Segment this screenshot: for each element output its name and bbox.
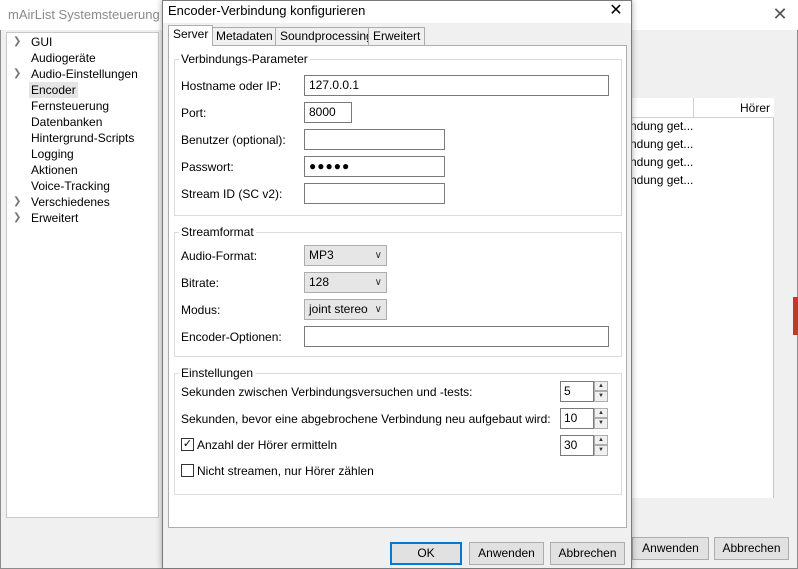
audioformat-label: Audio-Format:	[181, 249, 258, 263]
hostname-input[interactable]: 127.0.0.1	[304, 75, 609, 96]
server-tab-panel: Verbindungs-Parameter Hostname oder IP: …	[168, 45, 627, 528]
listeners-checkbox[interactable]: ✓	[181, 438, 194, 451]
user-label: Benutzer (optional):	[181, 133, 286, 147]
background-apply-button[interactable]: Anwenden	[632, 537, 709, 560]
audioformat-select[interactable]: MP3 ∨	[304, 245, 387, 266]
chevron-right-icon[interactable]: ❯	[13, 66, 23, 82]
chevron-right-icon[interactable]: ❯	[13, 194, 23, 210]
reconnect-stepper[interactable]: 10 ▲ ▼	[560, 408, 608, 429]
bitrate-label: Bitrate:	[181, 276, 220, 290]
list-item[interactable]: ndung get...	[630, 173, 693, 191]
stepper-down-icon[interactable]: ▼	[594, 391, 608, 402]
tab-soundprocessing[interactable]: Soundprocessing	[275, 27, 378, 45]
list-item[interactable]: ndung get...	[630, 137, 693, 155]
retry-value[interactable]: 5	[560, 381, 594, 402]
apply-button[interactable]: Anwenden	[469, 542, 544, 565]
streamid-input[interactable]	[304, 183, 445, 204]
audioformat-value: MP3	[309, 248, 334, 262]
nostream-label[interactable]: Nicht streamen, nur Hörer zählen	[197, 464, 374, 478]
chevron-down-icon: ∨	[374, 277, 382, 288]
settings-tree: ❯ GUI Audiogeräte ❯ Audio-Einstellungen En…	[6, 32, 159, 518]
chevron-down-icon: ∨	[374, 304, 382, 315]
streamformat-group-title: Streamformat	[179, 225, 256, 239]
mode-label: Modus:	[181, 303, 221, 317]
bitrate-select[interactable]: 128 ∨	[304, 272, 387, 293]
stepper-down-icon[interactable]: ▼	[594, 418, 608, 429]
port-label: Port:	[181, 106, 207, 120]
listeners-stepper[interactable]: 30 ▲ ▼	[560, 435, 608, 456]
chevron-right-icon[interactable]: ❯	[13, 34, 23, 50]
chevron-down-icon: ∨	[374, 250, 382, 261]
nostream-checkbox[interactable]	[181, 464, 194, 477]
cancel-button[interactable]: Abbrechen	[550, 542, 625, 565]
red-indicator	[793, 297, 798, 335]
encoder-options-input[interactable]	[304, 326, 609, 347]
list-item[interactable]: ndung get...	[630, 119, 693, 137]
hostname-label: Hostname oder IP:	[181, 79, 282, 93]
stepper-up-icon[interactable]: ▲	[594, 435, 608, 445]
password-input[interactable]: ●●●●●	[304, 156, 445, 177]
dialog-title: Encoder-Verbindung konfigurieren	[168, 3, 366, 18]
background-close-icon[interactable]: ✕	[770, 4, 790, 24]
retry-stepper[interactable]: 5 ▲ ▼	[560, 381, 608, 402]
settings-group-title: Einstellungen	[179, 366, 256, 380]
retry-label: Sekunden zwischen Verbindungsversuchen u…	[181, 385, 473, 399]
streamid-label: Stream ID (SC v2):	[181, 187, 283, 201]
checkmark-icon: ✓	[182, 438, 193, 450]
background-cancel-button[interactable]: Abbrechen	[714, 537, 789, 560]
chevron-right-icon[interactable]: ❯	[13, 210, 23, 226]
list-header-divider[interactable]	[693, 98, 694, 118]
tab-metadaten[interactable]: Metadaten	[211, 27, 278, 45]
bitrate-value: 128	[309, 275, 330, 289]
stepper-down-icon[interactable]: ▼	[594, 445, 608, 456]
user-input[interactable]	[304, 129, 445, 150]
dialog-close-icon[interactable]: ✕	[605, 1, 627, 21]
mode-value: joint stereo	[309, 302, 368, 316]
list-item[interactable]: ndung get...	[630, 155, 693, 173]
stepper-up-icon[interactable]: ▲	[594, 408, 608, 418]
list-header-hoerer[interactable]: Hörer	[740, 101, 770, 115]
tab-erweitert[interactable]: Erweitert	[368, 27, 426, 45]
reconnect-value[interactable]: 10	[560, 408, 594, 429]
reconnect-label: Sekunden, bevor eine abgebrochene Verbin…	[181, 412, 551, 426]
listeners-value[interactable]: 30	[560, 435, 594, 456]
tab-server[interactable]: Server	[168, 25, 214, 46]
encoder-dialog: Encoder-Verbindung konfigurieren ✕ Serve…	[162, 0, 632, 569]
connection-group-title: Verbindungs-Parameter	[179, 52, 310, 66]
password-label: Passwort:	[181, 160, 234, 174]
port-input[interactable]: 8000	[304, 102, 352, 123]
stepper-up-icon[interactable]: ▲	[594, 381, 608, 391]
ok-button[interactable]: OK	[390, 542, 462, 565]
background-window-title: mAirList Systemsteuerung	[8, 7, 160, 22]
encoder-options-label: Encoder-Optionen:	[181, 330, 282, 344]
listeners-label[interactable]: Anzahl der Hörer ermitteln	[197, 438, 337, 452]
mode-select[interactable]: joint stereo ∨	[304, 299, 387, 320]
